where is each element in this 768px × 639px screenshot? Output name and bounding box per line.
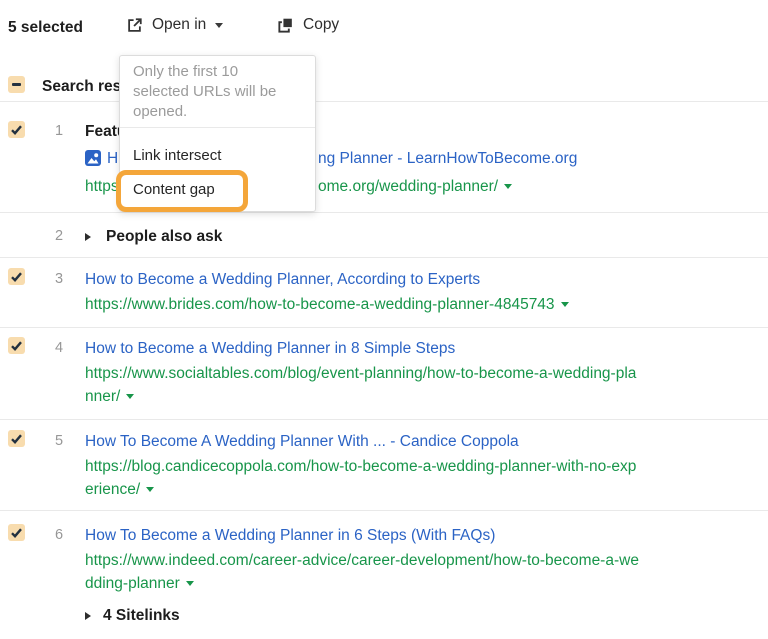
row-number: 2 — [50, 228, 68, 244]
row-checkbox[interactable] — [8, 337, 25, 354]
result-title-link[interactable]: How to Become a Wedding Planner, Accordi… — [85, 270, 745, 290]
row-checkbox[interactable] — [8, 121, 25, 138]
url-caret-icon[interactable] — [146, 487, 154, 492]
open-in-new-icon — [126, 17, 143, 34]
row-number: 3 — [50, 271, 68, 287]
selected-count: 5 selected — [8, 19, 83, 37]
divider — [0, 327, 768, 328]
caret-down-icon — [215, 23, 223, 28]
copy-icon — [277, 17, 294, 34]
row-checkbox[interactable] — [8, 430, 25, 447]
dropdown-menu: Link intersect Content gap — [120, 128, 315, 212]
sitelinks-expander[interactable]: 4 Sitelinks — [85, 606, 180, 626]
result-url[interactable]: https — [85, 177, 119, 197]
check-icon — [11, 528, 22, 538]
indeterminate-mark-icon — [12, 83, 21, 86]
row-number: 5 — [50, 433, 68, 449]
url-caret-icon[interactable] — [504, 184, 512, 189]
dropdown-note: Only the first 10 selected URLs will be … — [120, 56, 315, 128]
result-title-link[interactable]: H — [107, 149, 118, 169]
expander-label: 4 Sitelinks — [103, 606, 180, 626]
check-icon — [11, 341, 22, 351]
open-in-button[interactable]: Open in — [126, 16, 223, 34]
check-icon — [11, 125, 22, 135]
image-icon — [85, 150, 101, 166]
divider — [0, 419, 768, 420]
result-url[interactable]: https://www.socialtables.com/blog/event-… — [85, 362, 745, 408]
result-url[interactable]: https://www.indeed.com/career-advice/car… — [85, 549, 745, 595]
open-in-dropdown: Only the first 10 selected URLs will be … — [119, 55, 316, 212]
result-title-link[interactable]: How To Become a Wedding Planner in 6 Ste… — [85, 526, 745, 546]
dropdown-note-line: opened. — [133, 102, 303, 122]
result-url[interactable]: https://www.brides.com/how-to-become-a-w… — [85, 293, 745, 316]
expand-arrow-icon — [85, 233, 91, 241]
open-in-label: Open in — [152, 16, 206, 34]
divider — [0, 101, 768, 102]
check-icon — [11, 272, 22, 282]
result-title-link[interactable]: How To Become A Wedding Planner With ...… — [85, 432, 745, 452]
select-all-checkbox[interactable] — [8, 76, 25, 93]
result-url[interactable]: https://blog.candicecoppola.com/how-to-b… — [85, 455, 745, 501]
dropdown-note-line: Only the first 10 — [133, 62, 303, 82]
serp-results-page: 5 selected Open in Copy Search results — [0, 0, 768, 639]
url-caret-icon[interactable] — [126, 394, 134, 399]
expander-label: People also ask — [106, 227, 222, 247]
url-caret-icon[interactable] — [186, 581, 194, 586]
row-checkbox[interactable] — [8, 524, 25, 541]
copy-button[interactable]: Copy — [277, 16, 339, 34]
row-number: 1 — [50, 123, 68, 139]
people-also-ask-expander[interactable]: People also ask — [85, 227, 222, 247]
expand-arrow-icon — [85, 612, 91, 620]
menu-item-link-intersect[interactable]: Link intersect — [120, 138, 315, 172]
row-checkbox[interactable] — [8, 268, 25, 285]
divider — [0, 257, 768, 258]
divider — [0, 212, 768, 213]
check-icon — [11, 434, 22, 444]
menu-item-content-gap[interactable]: Content gap — [120, 172, 315, 206]
dropdown-note-line: selected URLs will be — [133, 82, 303, 102]
url-caret-icon[interactable] — [561, 302, 569, 307]
result-title-link[interactable]: How to Become a Wedding Planner in 8 Sim… — [85, 339, 745, 359]
result-url[interactable]: ome.org/wedding-planner/ — [318, 177, 512, 197]
row-number: 4 — [50, 340, 68, 356]
divider — [0, 510, 768, 511]
copy-label: Copy — [303, 16, 339, 34]
result-title-link[interactable]: ng Planner - LearnHowToBecome.org — [318, 149, 577, 169]
row-number: 6 — [50, 527, 68, 543]
